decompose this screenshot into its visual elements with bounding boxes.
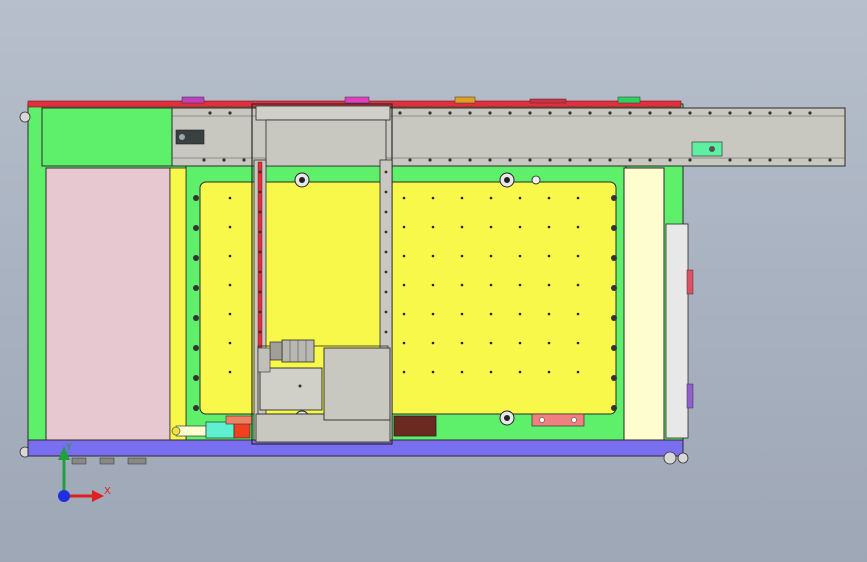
rail-block-5: [617, 96, 641, 104]
bed-hole: [518, 312, 522, 316]
bed-hole: [402, 196, 406, 200]
bed-hole: [431, 283, 435, 287]
bed-hole: [460, 312, 464, 316]
bed-hole: [576, 341, 580, 345]
bed-hole: [518, 254, 522, 258]
bed-hole: [489, 196, 493, 200]
bed-hole: [460, 341, 464, 345]
bed-hole: [547, 370, 551, 374]
bed-hole: [402, 254, 406, 258]
bed-hole: [547, 312, 551, 316]
right-cream-panel: [623, 167, 665, 441]
bed-hole: [228, 283, 232, 287]
bed-hole: [228, 254, 232, 258]
bed-hole: [431, 370, 435, 374]
bed-hole: [460, 225, 464, 229]
motor-housing: [323, 347, 391, 421]
bed-hole: [228, 370, 232, 374]
rail-sensor: [691, 141, 723, 157]
bed-hole: [402, 312, 406, 316]
bed-hole: [460, 370, 464, 374]
bed-hole: [547, 196, 551, 200]
gantry-top-block: [265, 119, 387, 167]
rail-block-3: [454, 96, 476, 104]
rail-block-2: [344, 96, 370, 104]
bed-hole: [489, 254, 493, 258]
bed-hole: [576, 283, 580, 287]
bed-hole: [547, 225, 551, 229]
bed-hole: [228, 196, 232, 200]
left-cabinet-top: [41, 107, 173, 167]
motor-body: [259, 367, 323, 411]
x-axis-label: X: [104, 486, 111, 497]
bed-hole: [460, 196, 464, 200]
rail-block-4: [529, 98, 567, 104]
coordinate-triad: Y X: [48, 438, 118, 508]
dark-block: [393, 415, 437, 437]
bed-hole: [518, 341, 522, 345]
cable-connector: [175, 425, 207, 437]
bed-hole: [547, 254, 551, 258]
bed-hole: [431, 312, 435, 316]
bed-hole: [460, 254, 464, 258]
bed-hole: [489, 341, 493, 345]
bed-hole: [518, 196, 522, 200]
bed-hole: [431, 225, 435, 229]
bed-hole: [431, 196, 435, 200]
bed-hole: [576, 370, 580, 374]
right-side-panel: [665, 223, 689, 439]
bed-hole: [547, 283, 551, 287]
bed-hole: [576, 254, 580, 258]
gantry-head: [255, 105, 391, 121]
bed-hole: [489, 312, 493, 316]
bed-hole: [460, 283, 464, 287]
right-side-red-tab: [686, 269, 694, 295]
bed-hole: [402, 283, 406, 287]
foot-top-left: [19, 111, 31, 123]
bed-hole: [489, 370, 493, 374]
z-axis-dot: [58, 490, 70, 502]
bed-hole: [518, 370, 522, 374]
bed-hole: [518, 283, 522, 287]
bed-hole: [489, 283, 493, 287]
bed-hole: [431, 254, 435, 258]
bed-hole: [402, 341, 406, 345]
bed-hole: [402, 225, 406, 229]
bed-hole: [518, 225, 522, 229]
rail-block-1: [181, 96, 205, 104]
right-side-purple-tab: [686, 383, 694, 409]
cad-viewport[interactable]: [0, 0, 867, 562]
left-yellow-strip: [169, 167, 187, 441]
bed-hole: [228, 225, 232, 229]
bed-hole: [547, 341, 551, 345]
bed-hole: [489, 225, 493, 229]
bed-hole: [576, 312, 580, 316]
left-pink-panel: [45, 167, 171, 441]
y-axis-label: Y: [66, 442, 73, 453]
bed-hole: [576, 225, 580, 229]
bed-hole: [402, 370, 406, 374]
bed-hole: [431, 341, 435, 345]
bed-hole: [576, 196, 580, 200]
bed-hole: [228, 341, 232, 345]
foot-bottom-right: [663, 451, 677, 465]
bed-hole: [228, 312, 232, 316]
